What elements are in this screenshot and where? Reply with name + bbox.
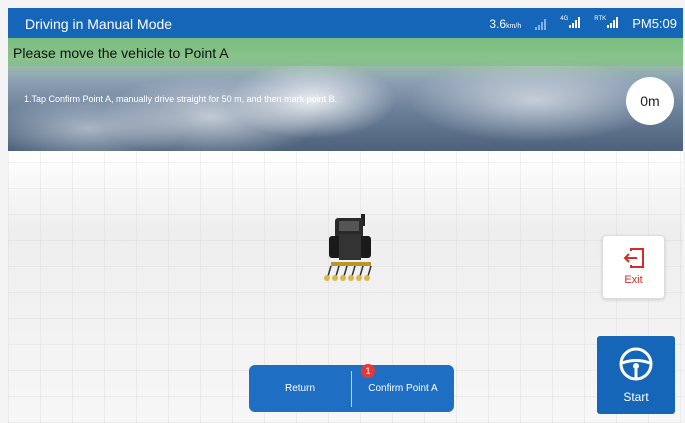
notification-badge: 1	[361, 364, 375, 378]
signal-strength-icon	[535, 18, 547, 30]
start-label: Start	[623, 390, 649, 404]
move-prompt: Please move the vehicle to Point A	[8, 38, 683, 66]
status-bar: Driving in Manual Mode 3.6km/h 4G RTK PM…	[8, 8, 683, 38]
tractor-icon	[324, 214, 372, 281]
start-button[interactable]: Start	[597, 336, 675, 414]
speed-readout: 3.6km/h	[489, 17, 521, 31]
rtk-label: RTK	[594, 16, 607, 22]
speed-value: 3.6	[489, 16, 507, 31]
rtk-signal-icon	[607, 16, 619, 28]
exit-button[interactable]: Exit	[602, 235, 665, 299]
clock: PM5:09	[632, 16, 677, 31]
sky-banner: Please move the vehicle to Point A 1.Tap…	[8, 38, 683, 151]
return-button[interactable]: Return	[249, 365, 351, 412]
distance-indicator: 0m	[626, 77, 674, 125]
exit-icon	[623, 248, 644, 268]
steering-wheel-icon	[619, 347, 653, 381]
network-signal-icon	[569, 16, 581, 28]
action-bar: Return Confirm Point A	[249, 365, 454, 412]
instruction-text: 1.Tap Confirm Point A, manually drive st…	[24, 94, 338, 104]
network-signal: 4G	[560, 16, 581, 31]
rtk-signal: RTK	[594, 16, 619, 31]
exit-label: Exit	[624, 274, 643, 286]
network-label: 4G	[560, 16, 569, 22]
status-indicators: 3.6km/h 4G RTK PM5:09	[489, 16, 677, 31]
page-title: Driving in Manual Mode	[25, 16, 173, 32]
speed-unit: km/h	[506, 22, 522, 30]
